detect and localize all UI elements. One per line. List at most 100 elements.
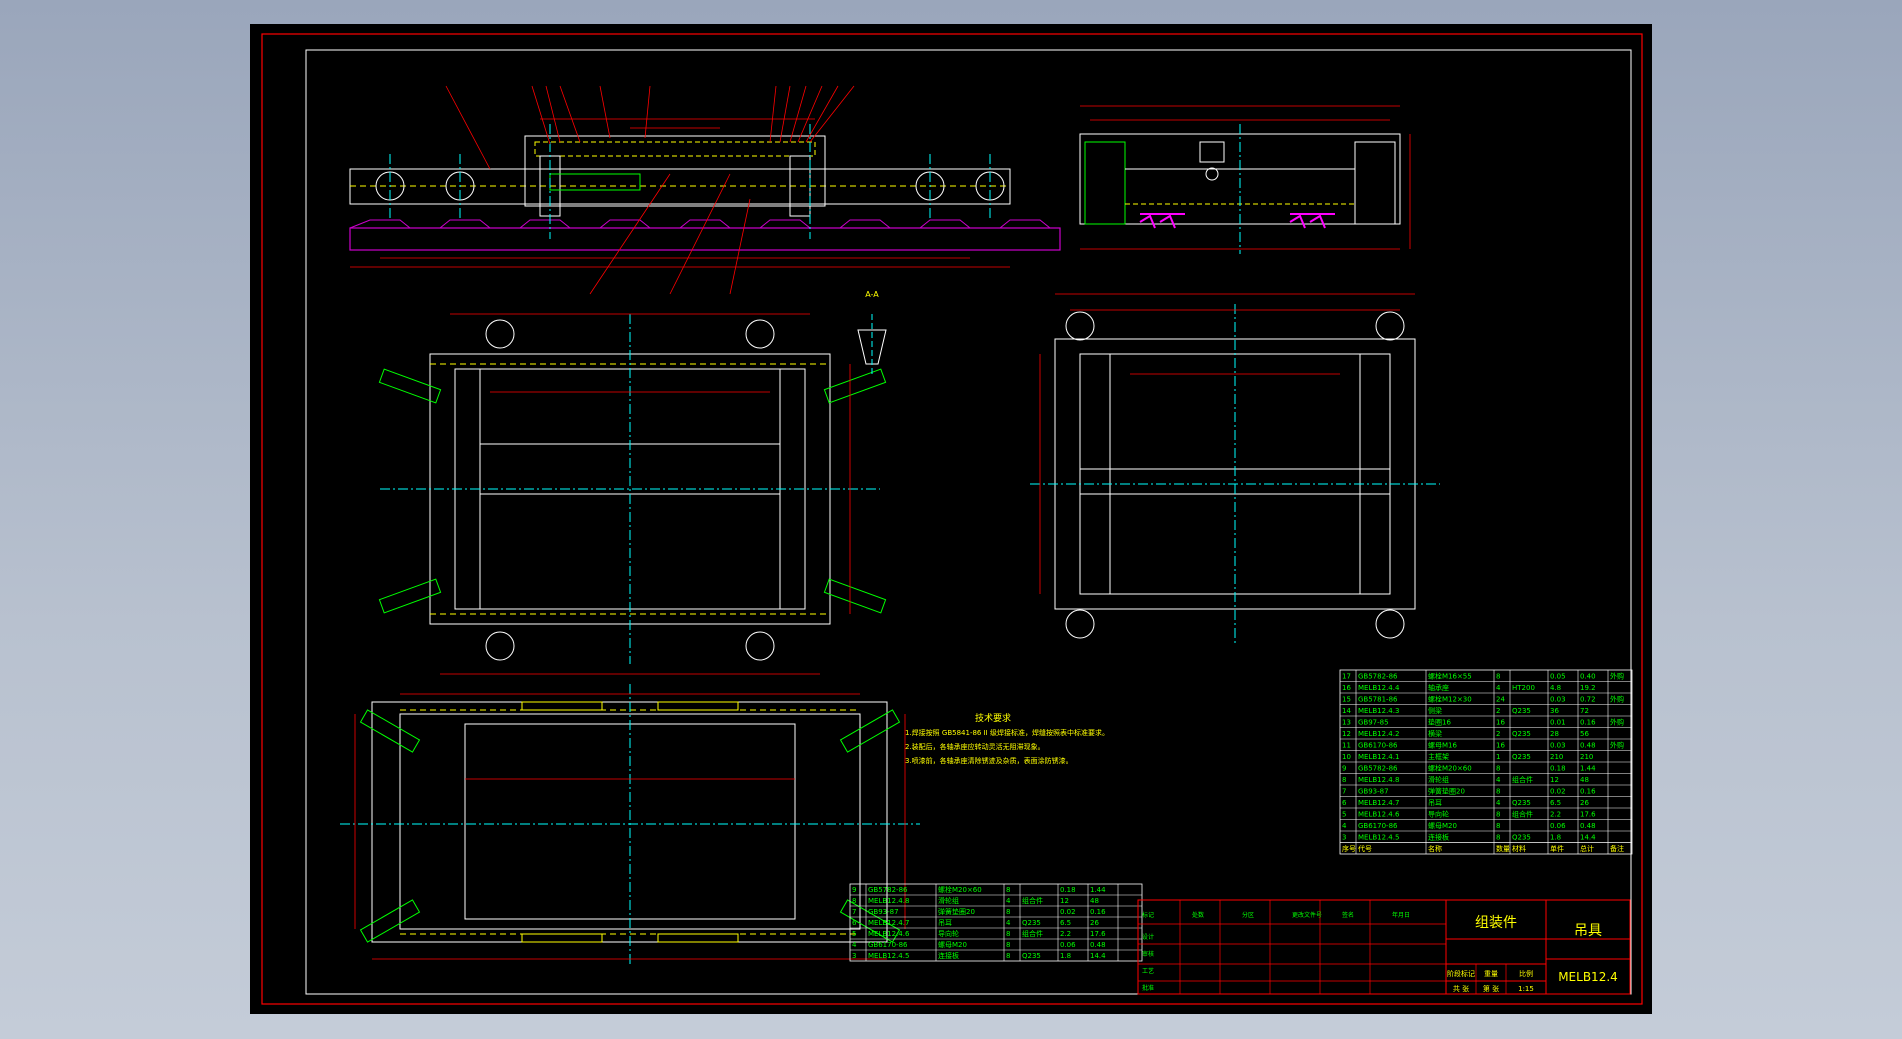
bom-upper-cell-total: 17.6 (1580, 811, 1596, 819)
drawing-sheet[interactable]: A-A 技术要求 1.焊接按照 GB5841-86 II 级焊接标准，焊缝按照表… (250, 24, 1652, 1014)
bom-upper-cell-qty: 4 (1496, 799, 1501, 807)
bom-upper-cell-name: 螺栓M12×30 (1428, 695, 1472, 704)
bom-lower-cell-name: 螺栓M20×60 (938, 885, 982, 894)
bom-upper-cell-name: 螺母M20 (1428, 821, 1457, 830)
bom-lower-cell-material: Q235 (1022, 952, 1041, 960)
bom-upper-cell-name: 侧梁 (1428, 706, 1442, 715)
bom-upper-cell-unit: 0.02 (1550, 788, 1566, 796)
bom-header-7: 备注 (1610, 844, 1624, 853)
weight-label: 重量 (1484, 970, 1498, 978)
bom-upper-cell-unit: 0.03 (1550, 696, 1566, 704)
cad-viewport[interactable]: A-A 技术要求 1.焊接按照 GB5841-86 II 级焊接标准，焊缝按照表… (0, 0, 1902, 1039)
note-line-2: 2.装配后，各轴承座应转动灵活无阻滞现象。 (905, 742, 1045, 751)
bom-upper-cell-note: 外购 (1610, 718, 1624, 727)
bom-upper-cell-qty: 2 (1496, 730, 1500, 738)
bom-upper-cell-total: 0.48 (1580, 822, 1596, 830)
bom-upper-cell-total: 1.44 (1580, 765, 1596, 773)
bom-upper-cell-qty: 8 (1496, 822, 1500, 830)
bom-lower-cell-material: 组合件 (1022, 896, 1043, 905)
bom-upper-cell-name: 螺栓M20×60 (1428, 764, 1472, 773)
bom-upper-cell-no: 13 (1342, 719, 1351, 727)
front-elevation-view (349, 85, 1061, 295)
bom-upper-cell-code: GB93-87 (1358, 788, 1389, 796)
bom-lower-cell-no: 7 (852, 908, 856, 916)
bom-upper-cell-material: 组合件 (1512, 775, 1533, 784)
bom-upper-cell-total: 210 (1580, 753, 1593, 761)
bom-lower-cell-unit: 12 (1060, 897, 1069, 905)
bom-upper-cell-code: GB6170-86 (1358, 742, 1398, 750)
outer-border (261, 33, 1643, 1005)
bom-upper-cell-qty: 8 (1496, 834, 1500, 842)
bom-upper-cell-unit: 2.2 (1550, 811, 1561, 819)
bom-upper-cell-name: 主框架 (1428, 752, 1449, 761)
bom-upper-cell-no: 17 (1342, 673, 1351, 681)
bom-upper-cell-name: 轴承座 (1428, 683, 1449, 692)
bom-lower-cell-unit: 0.02 (1060, 908, 1076, 916)
bom-upper-cell-unit: 0.03 (1550, 742, 1566, 750)
bom-upper-cell-qty: 4 (1496, 776, 1501, 784)
lower-plan-view (340, 684, 920, 964)
bom-upper-cell-material: Q235 (1512, 753, 1531, 761)
bom-upper-cell-qty: 24 (1496, 696, 1505, 704)
bom-upper-cell-code: GB6170-86 (1358, 822, 1398, 830)
sheets-total-label: 共 张 (1453, 984, 1469, 993)
bom-header-3: 数量 (1496, 844, 1510, 853)
bom-upper-cell-total: 0.48 (1580, 742, 1596, 750)
bom-lower-cell-unit: 2.2 (1060, 930, 1071, 938)
signature-role-1: 审核 (1142, 950, 1154, 958)
bom-lower-cell-code: GB93-87 (868, 908, 899, 916)
bom-upper-cell-code: MELB12.4.2 (1358, 730, 1399, 738)
bom-lower-cell-unit: 6.5 (1060, 919, 1071, 927)
signature-role-2: 工艺 (1142, 967, 1154, 975)
signature-label-3: 更改文件号 (1292, 911, 1322, 919)
bom-lower-cell-total: 0.16 (1090, 908, 1106, 916)
scale-value: 1:15 (1518, 985, 1534, 993)
bom-upper-cell-unit: 4.8 (1550, 684, 1561, 692)
bom-header-1: 代号 (1358, 844, 1372, 853)
bom-lower-cell-qty: 8 (1006, 952, 1010, 960)
bom-header-5: 单件 (1550, 844, 1564, 853)
bom-upper-cell-qty: 4 (1496, 684, 1501, 692)
bom-upper-cell-no: 16 (1342, 684, 1351, 692)
bom-upper-cell-no: 5 (1342, 811, 1346, 819)
bom-lower-cell-name: 连接板 (938, 951, 959, 960)
bom-table-lower: 9 GB5782-86 螺栓M20×60 8 0.18 1.44 8 MELB12.4.8 滑轮… (849, 883, 1143, 962)
bom-lower-cell-name: 弹簧垫圈20 (938, 907, 975, 916)
bom-table-upper: 17 GB5782-86 螺栓M16×55 8 0.05 0.40 外购16 MELB12.4… (1339, 669, 1633, 855)
bom-upper-cell-total: 0.16 (1580, 788, 1596, 796)
bom-upper-cell-code: MELB12.4.6 (1358, 811, 1400, 819)
bom-upper-cell-code: GB97-85 (1358, 719, 1389, 727)
title-block: 组装件 吊具 MELB12.4 阶段标记 重量 比例 1:15 共 张 第 张 … (1137, 899, 1631, 995)
bom-lower-cell-code: MELB12.4.7 (868, 919, 909, 927)
bom-upper-cell-no: 4 (1342, 822, 1347, 830)
bom-lower-cell-qty: 4 (1006, 919, 1011, 927)
bom-lower-cell-code: GB6170-86 (868, 941, 908, 949)
bom-upper-cell-code: MELB12.4.8 (1358, 776, 1399, 784)
bom-lower-cell-total: 0.48 (1090, 941, 1106, 949)
bom-lower-cell-name: 螺母M20 (938, 940, 967, 949)
bom-upper-cell-code: GB5782-86 (1358, 765, 1398, 773)
bom-lower-cell-qty: 8 (1006, 941, 1010, 949)
bom-lower-cell-name: 吊耳 (938, 919, 952, 927)
signature-label-2: 分区 (1242, 911, 1254, 919)
signature-role-3: 批准 (1142, 984, 1154, 992)
bom-upper-cell-name: 垫圈16 (1428, 718, 1451, 727)
bom-upper-cell-no: 15 (1342, 696, 1351, 704)
section-label: A-A (865, 290, 879, 299)
bom-upper-cell-unit: 1.8 (1550, 834, 1561, 842)
bom-upper-cell-code: GB5781-86 (1358, 696, 1398, 704)
bom-upper-cell-note: 外购 (1610, 741, 1624, 750)
bom-lower-cell-no: 8 (852, 897, 856, 905)
bom-lower-cell-no: 4 (852, 941, 857, 949)
bom-lower-cell-total: 48 (1090, 897, 1099, 905)
bom-upper-cell-unit: 0.06 (1550, 822, 1566, 830)
bom-upper-cell-note: 外购 (1610, 672, 1624, 681)
bom-upper-cell-material: 组合件 (1512, 810, 1533, 819)
note-line-1: 1.焊接按照 GB5841-86 II 级焊接标准，焊缝按照表中标准要求。 (905, 728, 1109, 737)
bom-lower-cell-total: 26 (1090, 919, 1099, 927)
bom-upper-cell-unit: 28 (1550, 730, 1559, 738)
bom-upper-cell-no: 3 (1342, 834, 1346, 842)
bom-upper-cell-total: 72 (1580, 707, 1589, 715)
bom-upper-cell-qty: 16 (1496, 719, 1505, 727)
bom-upper-cell-name: 连接板 (1428, 833, 1449, 842)
